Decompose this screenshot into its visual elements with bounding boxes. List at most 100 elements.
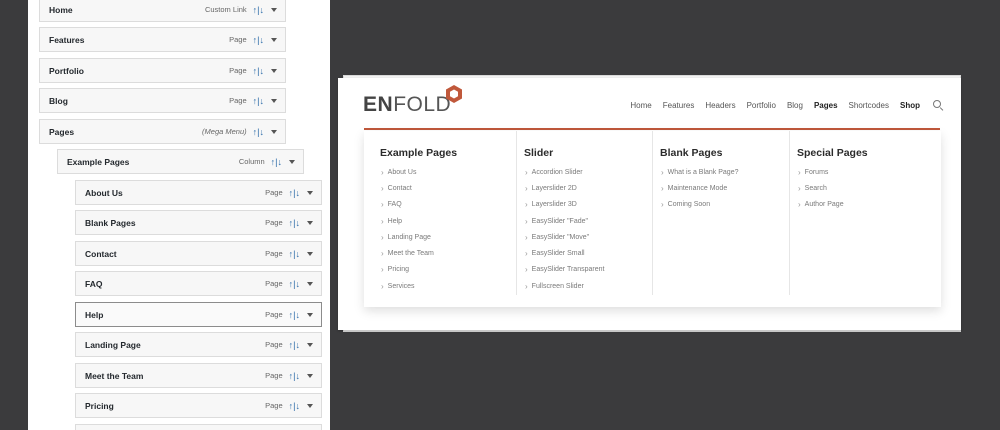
mega-link-search[interactable]: Search (798, 180, 844, 196)
menu-item-type: Page (229, 96, 247, 105)
expand-triangle-icon[interactable] (307, 342, 313, 347)
expand-triangle-icon[interactable] (271, 37, 277, 42)
menu-item-title: Landing Page (85, 339, 141, 350)
move-arrows[interactable]: ↑|↓ (253, 96, 264, 106)
mega-link-about-us[interactable]: About Us (381, 164, 434, 180)
mega-link-meet-the-team[interactable]: Meet the Team (381, 245, 434, 261)
menu-item-portfolio[interactable]: Portfolio Page ↑|↓ (39, 58, 286, 83)
expand-triangle-icon[interactable] (307, 403, 313, 408)
column-title: Example Pages (380, 147, 458, 159)
menu-item-title: Example Pages (67, 156, 130, 167)
move-arrows[interactable]: ↑|↓ (253, 127, 264, 137)
hexagon-logo-icon (446, 85, 462, 103)
expand-triangle-icon[interactable] (307, 312, 313, 317)
menu-item-type: Page (265, 279, 283, 288)
menu-item-type: (Mega Menu) (202, 127, 247, 136)
expand-triangle-icon[interactable] (289, 159, 295, 164)
menu-item-pages[interactable]: Pages (Mega Menu) ↑|↓ (39, 119, 286, 144)
menu-item-next-partial[interactable] (75, 424, 322, 430)
menu-item-faq[interactable]: FAQ Page ↑|↓ (75, 271, 322, 296)
mega-link-easyslider-fade[interactable]: EasySlider "Fade" (525, 213, 604, 229)
mega-link-forums[interactable]: Forums (798, 164, 844, 180)
menu-item-contact[interactable]: Contact Page ↑|↓ (75, 241, 322, 266)
logo-text-en: EN (363, 93, 394, 116)
expand-triangle-icon[interactable] (271, 98, 277, 103)
move-arrows[interactable]: ↑|↓ (289, 371, 300, 381)
nav-item-blog[interactable]: Blog (787, 101, 803, 110)
mega-column-slider: Slider Accordion Slider Layerslider 2D L… (516, 131, 653, 295)
menu-item-blog[interactable]: Blog Page ↑|↓ (39, 88, 286, 113)
expand-triangle-icon[interactable] (307, 373, 313, 378)
move-arrows[interactable]: ↑|↓ (253, 66, 264, 76)
menu-item-features[interactable]: Features Page ↑|↓ (39, 27, 286, 52)
mega-link-easyslider-small[interactable]: EasySlider Small (525, 245, 604, 261)
move-arrows[interactable]: ↑|↓ (289, 218, 300, 228)
move-arrows[interactable]: ↑|↓ (289, 279, 300, 289)
move-arrows[interactable]: ↑|↓ (289, 401, 300, 411)
menu-item-pricing[interactable]: Pricing Page ↑|↓ (75, 393, 322, 418)
mega-link-coming-soon[interactable]: Coming Soon (661, 197, 739, 213)
move-arrows[interactable]: ↑|↓ (289, 188, 300, 198)
menu-item-title: Pricing (85, 400, 114, 411)
mega-link-faq[interactable]: FAQ (381, 197, 434, 213)
mega-column-special-pages: Special Pages Forums Search Author Page (789, 131, 934, 295)
move-arrows[interactable]: ↑|↓ (289, 310, 300, 320)
move-arrows[interactable]: ↑|↓ (253, 35, 264, 45)
expand-triangle-icon[interactable] (271, 68, 277, 73)
mega-link-layerslider-2d[interactable]: Layerslider 2D (525, 180, 604, 196)
expand-triangle-icon[interactable] (271, 129, 277, 134)
nav-item-features[interactable]: Features (663, 101, 695, 110)
move-arrows[interactable]: ↑|↓ (289, 249, 300, 259)
menu-item-home[interactable]: Home Custom Link ↑|↓ (39, 0, 286, 22)
menu-item-type: Column (238, 157, 265, 166)
expand-triangle-icon[interactable] (271, 7, 277, 12)
menu-item-help[interactable]: Help Page ↑|↓ (75, 302, 322, 327)
nav-item-headers[interactable]: Headers (705, 101, 735, 110)
column-title: Special Pages (797, 147, 868, 159)
menu-item-title: Blank Pages (85, 217, 136, 228)
menu-item-type: Page (265, 188, 283, 197)
nav-item-home[interactable]: Home (630, 101, 651, 110)
mega-link-pricing[interactable]: Pricing (381, 262, 434, 278)
menu-item-type: Page (265, 340, 283, 349)
mega-link-contact[interactable]: Contact (381, 180, 434, 196)
menu-item-landing-page[interactable]: Landing Page Page ↑|↓ (75, 332, 322, 357)
menu-item-type: Custom Link (204, 5, 247, 14)
column-links: Accordion Slider Layerslider 2D Layersli… (525, 164, 605, 294)
mega-menu-dropdown: Example Pages About Us Contact FAQ Help … (364, 131, 941, 307)
mega-link-layerslider-3d[interactable]: Layerslider 3D (525, 197, 604, 213)
column-links: What is a Blank Page? Maintenance Mode C… (661, 164, 739, 213)
expand-triangle-icon[interactable] (307, 190, 313, 195)
expand-triangle-icon[interactable] (307, 281, 313, 286)
mega-link-what-is-a-blank-page[interactable]: What is a Blank Page? (661, 164, 739, 180)
mega-link-services[interactable]: Services (381, 278, 434, 294)
nav-item-pages[interactable]: Pages (814, 101, 838, 110)
menu-item-type: Page (265, 310, 283, 319)
mega-link-maintenance-mode[interactable]: Maintenance Mode (661, 180, 739, 196)
menu-item-title: Help (85, 309, 104, 320)
mega-link-easyslider-move[interactable]: EasySlider "Move" (525, 229, 604, 245)
menu-item-example-pages[interactable]: Example Pages Column ↑|↓ (57, 149, 304, 174)
nav-item-portfolio[interactable]: Portfolio (747, 101, 776, 110)
move-arrows[interactable]: ↑|↓ (289, 340, 300, 350)
move-arrows[interactable]: ↑|↓ (271, 157, 282, 167)
menu-item-meet-the-team[interactable]: Meet the Team Page ↑|↓ (75, 363, 322, 388)
mega-link-accordion-slider[interactable]: Accordion Slider (525, 164, 604, 180)
expand-triangle-icon[interactable] (307, 220, 313, 225)
nav-item-shortcodes[interactable]: Shortcodes (849, 101, 889, 110)
mega-link-help[interactable]: Help (381, 213, 434, 229)
enfold-logo[interactable]: ENFOLD (363, 93, 451, 117)
expand-triangle-icon[interactable] (307, 251, 313, 256)
menu-item-title: Contact (85, 248, 117, 259)
mega-link-author-page[interactable]: Author Page (798, 197, 844, 213)
menu-item-blank-pages[interactable]: Blank Pages Page ↑|↓ (75, 210, 322, 235)
mega-link-fullscreen-slider[interactable]: Fullscreen Slider (525, 278, 604, 294)
menu-item-about-us[interactable]: About Us Page ↑|↓ (75, 180, 322, 205)
move-arrows[interactable]: ↑|↓ (253, 5, 264, 15)
mega-link-easyslider-transparent[interactable]: EasySlider Transparent (525, 262, 605, 278)
logo-text-fold: FOLD (393, 93, 452, 116)
mega-link-landing-page[interactable]: Landing Page (381, 229, 434, 245)
column-links: Forums Search Author Page (798, 164, 844, 213)
search-icon[interactable] (933, 100, 944, 111)
nav-item-shop[interactable]: Shop (900, 101, 920, 110)
